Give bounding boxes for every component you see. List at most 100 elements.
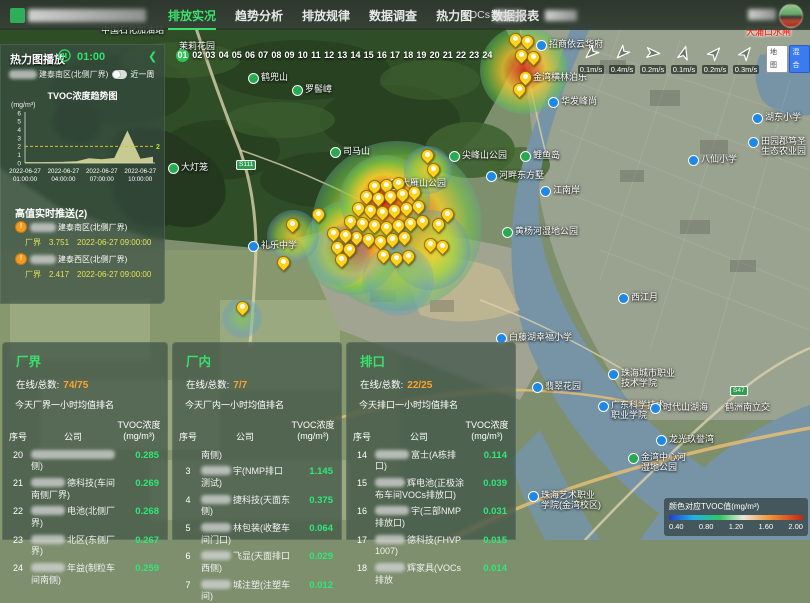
timeline-hour-20[interactable]: 20 [430, 49, 440, 62]
heat-legend: 颜色对应TVOC值(mg/m³) 0.400.801.201.602.00 [664, 498, 808, 536]
wind-arrow-icon [578, 40, 603, 65]
poi-icon [618, 293, 629, 304]
monitor-pin-icon[interactable] [277, 256, 290, 269]
map-label: 金湾中心河湿地公园 [628, 452, 691, 473]
timeline-hour-08[interactable]: 08 [271, 49, 281, 62]
svg-text:2022-06-27: 2022-06-27 [124, 168, 156, 175]
timeline-hour-03[interactable]: 03 [205, 49, 215, 62]
timeline-hour-15[interactable]: 15 [364, 49, 374, 62]
timeline-hour-16[interactable]: 16 [377, 49, 387, 62]
timeline-hour-01[interactable]: 01 [176, 49, 189, 62]
table-row[interactable]: 5林包装(收整车间门口)0.064 [175, 523, 337, 546]
collapse-panel-icon[interactable]: ❮ [148, 50, 157, 63]
timeline-hour-17[interactable]: 17 [390, 49, 400, 62]
monitor-pin-icon[interactable] [421, 149, 434, 162]
monitor-pin-icon[interactable] [427, 163, 440, 176]
table-row[interactable]: 7城注塑(注塑车间)0.012 [175, 580, 337, 603]
table-row[interactable]: 21德科技(车间南侧厂界)0.269 [5, 478, 163, 501]
avatar[interactable] [779, 4, 803, 28]
poi-icon [292, 85, 303, 96]
chevron-down-icon[interactable]: ▾ [528, 10, 532, 19]
push-item[interactable]: ! 建泰南区(北侧厂界) [15, 221, 127, 233]
table-row[interactable]: 南侧) [175, 450, 337, 462]
table-row[interactable]: 15辉电池(正极涂布车间VOCs排放口)0.039 [349, 478, 511, 501]
wind-speed-label: 0.2m/s [702, 65, 729, 74]
poi-icon [330, 147, 341, 158]
table-rows: 14富士(A栋排口)0.114 15辉电池(正极涂布车间VOCs排放口)0.039… [349, 450, 511, 587]
timeline-hour-05[interactable]: 05 [232, 49, 242, 62]
legend-tick: 1.60 [759, 522, 774, 531]
tab-排放实况[interactable]: 排放实况 [168, 1, 216, 30]
timeline-hour-21[interactable]: 21 [443, 49, 453, 62]
range-toggle-switch[interactable] [112, 70, 127, 79]
table-row[interactable]: 20侧)0.285 [5, 450, 163, 473]
company-name-redacted [31, 535, 65, 544]
tab-数据调查[interactable]: 数据调查 [369, 1, 417, 30]
timeline-hour-24[interactable]: 24 [482, 49, 492, 62]
table-row[interactable]: 16宇(三部NMP排放口)0.031 [349, 506, 511, 529]
poi-icon [248, 73, 259, 84]
monitor-pin-icon[interactable] [432, 218, 445, 231]
company-name: 侧) [31, 450, 119, 473]
timeline-hour-07[interactable]: 07 [258, 49, 268, 62]
monitor-pin-icon[interactable] [412, 200, 425, 213]
vocs-selector-label: VOCs / [462, 9, 496, 21]
map-label: 尖峰山公园 [449, 150, 507, 162]
timeline-hour-02[interactable]: 02 [192, 49, 202, 62]
tab-排放规律[interactable]: 排放规律 [302, 1, 350, 30]
monitor-pin-icon[interactable] [521, 35, 534, 48]
tab-趋势分析[interactable]: 趋势分析 [235, 1, 283, 30]
timeline-hour-19[interactable]: 19 [416, 49, 426, 62]
timeline-hour-04[interactable]: 04 [219, 49, 229, 62]
table-row[interactable]: 4捷科技(天面东侧)0.375 [175, 495, 337, 518]
timeline-hour-10[interactable]: 10 [298, 49, 308, 62]
table-row[interactable]: 22电池(北侧厂界)0.268 [5, 506, 163, 529]
monitor-pin-icon[interactable] [377, 249, 390, 262]
monitor-pin-icon[interactable] [513, 83, 526, 96]
monitor-pin-icon[interactable] [312, 208, 325, 221]
monitor-pin-icon[interactable] [436, 240, 449, 253]
ranking-subtitle: 今天排口一小时均值排名 [359, 398, 515, 411]
rank-number: 24 [5, 563, 31, 573]
monitor-pin-icon[interactable] [527, 51, 540, 64]
timeline-hour-23[interactable]: 23 [469, 49, 479, 62]
push-item[interactable]: ! 建泰西区(北侧厂界) [15, 253, 127, 265]
company-name: 德科技(车间南侧厂界) [31, 478, 119, 501]
monitor-pin-icon[interactable] [408, 186, 421, 199]
table-row[interactable]: 24年益(制粒车间南侧)0.259 [5, 563, 163, 586]
timeline-hour-06[interactable]: 06 [245, 49, 255, 62]
timeline-hour-22[interactable]: 22 [456, 49, 466, 62]
monitor-pin-icon[interactable] [286, 218, 299, 231]
monitor-pin-icon[interactable] [236, 301, 249, 314]
map-type-toggle: 地图 混合 [766, 45, 810, 73]
poi-icon [748, 137, 759, 148]
monitor-pin-icon[interactable] [335, 253, 348, 266]
table-row[interactable]: 14富士(A栋排口)0.114 [349, 450, 511, 473]
timeline-hour-13[interactable]: 13 [337, 49, 347, 62]
timeline-hour-18[interactable]: 18 [403, 49, 413, 62]
table-row[interactable]: 18辉家具(VOCs排放0.014 [349, 563, 511, 586]
map-type-map-button[interactable]: 地图 [766, 45, 788, 73]
factory-boundary-panel: 厂界 在线/总数:74/75 今天厂界一小时均值排名 序号公司 TVOC浓度(m… [2, 342, 168, 540]
table-row[interactable]: 17德科技(FHVP1007)0.015 [349, 535, 511, 558]
table-row[interactable]: 23北区(东侧厂界)0.267 [5, 535, 163, 558]
timeline-hour-12[interactable]: 12 [324, 49, 334, 62]
table-row[interactable]: 3宇(NMP排口测试)1.145 [175, 466, 337, 489]
company-name-redacted [9, 70, 37, 79]
monitor-pin-icon[interactable] [402, 250, 415, 263]
wind-arrow-icon [643, 43, 663, 63]
vocs-selected-value-redacted[interactable] [494, 10, 524, 21]
pause-button[interactable] [58, 49, 71, 67]
table-row[interactable]: 6飞显(天面排口西侧)0.029 [175, 551, 337, 574]
timeline-hour-11[interactable]: 11 [311, 49, 321, 62]
timeline-hour-09[interactable]: 09 [285, 49, 295, 62]
map-type-hybrid-button[interactable]: 混合 [789, 45, 810, 73]
heatmap-playback-title: 热力图播放 [10, 51, 65, 67]
monitor-pin-icon[interactable] [398, 231, 411, 244]
timeline-hour-14[interactable]: 14 [350, 49, 360, 62]
tvoc-value: 0.039 [467, 478, 511, 489]
poi-icon [449, 151, 460, 162]
monitor-pin-icon[interactable] [416, 215, 429, 228]
company-name-redacted [201, 523, 231, 532]
rank-number: 3 [175, 466, 201, 476]
